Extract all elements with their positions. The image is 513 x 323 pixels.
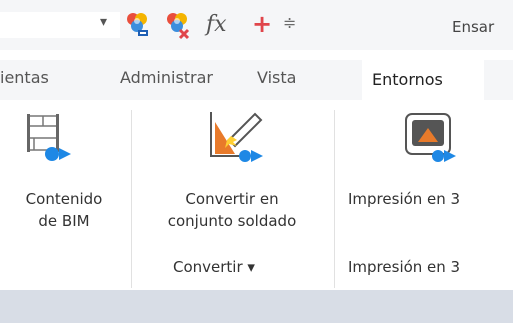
convert-weldment-label-1: Convertir en bbox=[185, 190, 279, 208]
convert-weldment-icon bbox=[207, 110, 265, 166]
tab-herramientas[interactable]: ientas bbox=[0, 68, 49, 87]
tab-administrar[interactable]: Administrar bbox=[120, 68, 213, 87]
convert-weldment-button[interactable]: Convertir en conjunto soldado bbox=[133, 110, 331, 240]
ribbon-separator bbox=[131, 110, 132, 288]
bim-content-icon bbox=[26, 110, 74, 162]
convert-weldment-label-2: conjunto soldado bbox=[167, 212, 297, 230]
bim-content-button[interactable]: Contenido de BIM bbox=[0, 110, 128, 240]
ribbon-tab-bar: ientas Administrar Vista Entornos bbox=[0, 60, 513, 100]
bim-content-label-2: de BIM bbox=[38, 212, 90, 230]
fx-parameters-icon[interactable]: fx bbox=[206, 12, 227, 37]
appearance-adjust-icon[interactable] bbox=[124, 10, 152, 40]
3d-print-button[interactable]: Impresión en 3 bbox=[336, 110, 513, 240]
tab-vista[interactable]: Vista bbox=[257, 68, 296, 87]
customize-qat-icon[interactable]: ≑ bbox=[283, 13, 296, 32]
window-title: Ensar bbox=[452, 18, 495, 36]
panel-impresion-label: Impresión en 3 bbox=[348, 258, 461, 276]
ribbon-panel: Contenido de BIM Convertir en conjunto s… bbox=[0, 100, 513, 290]
3d-print-label: Impresión en 3 bbox=[348, 190, 461, 208]
tab-entornos[interactable]: Entornos bbox=[362, 60, 484, 100]
panel-convertir-label[interactable]: Convertir ▾ bbox=[173, 258, 255, 276]
quick-access-toolbar: ▾ fx + ≑ Ensar bbox=[0, 0, 513, 50]
3d-print-icon bbox=[404, 112, 456, 164]
clear-appearance-icon[interactable] bbox=[164, 10, 192, 40]
add-plus-icon[interactable]: + bbox=[252, 10, 272, 38]
bottom-bar bbox=[0, 290, 513, 323]
qat-dropdown-arrow[interactable]: ▾ bbox=[100, 14, 107, 30]
bim-content-label-1: Contenido bbox=[25, 190, 103, 208]
ribbon-separator bbox=[334, 110, 335, 288]
